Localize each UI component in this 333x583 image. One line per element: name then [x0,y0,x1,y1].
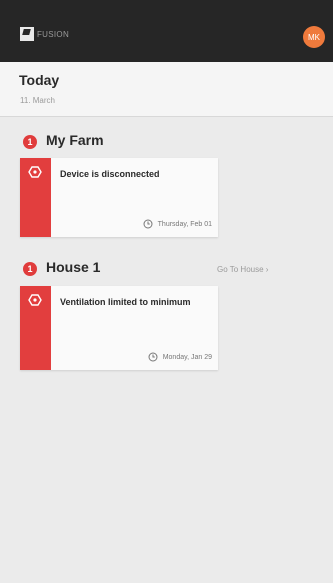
alert-message: Ventilation limited to minimum [60,297,191,307]
alert-card[interactable]: Device is disconnected Thursday, Feb 01 [20,158,218,237]
alert-card[interactable]: Ventilation limited to minimum Monday, J… [20,286,218,370]
alert-timestamp: Thursday, Feb 01 [143,219,212,229]
clock-icon [148,352,158,362]
warning-gear-icon [28,294,42,306]
alert-timestamp: Monday, Jan 29 [148,352,212,362]
section-header: 1 House 1 Go To House › [0,255,333,281]
page-date: 11. March [20,96,55,105]
logo-text: FUSION [37,29,70,39]
section-title: House 1 [46,259,101,275]
user-avatar[interactable]: MK [303,26,325,48]
logo-mark-icon [20,27,34,41]
app-logo: FUSION [20,27,69,41]
alert-message: Device is disconnected [60,169,160,179]
alert-severity-bar [20,286,51,370]
alert-count-badge: 1 [23,262,37,276]
section-house-1: 1 House 1 Go To House › Ventilation limi… [0,255,333,371]
warning-gear-icon [28,166,42,178]
section-title: My Farm [46,132,104,148]
go-to-house-link[interactable]: Go To House › [217,265,268,274]
today-header: Today 11. March [0,62,333,117]
alert-severity-bar [20,158,51,237]
page-title: Today [19,72,60,88]
alert-timestamp-text: Thursday, Feb 01 [157,220,212,228]
section-my-farm: 1 My Farm Device is disconnected Thursda… [0,128,333,237]
alert-timestamp-text: Monday, Jan 29 [162,353,212,361]
section-header: 1 My Farm [0,128,333,154]
clock-icon [143,219,153,229]
top-bar: FUSION MK [0,0,333,62]
alert-count-badge: 1 [23,135,37,149]
